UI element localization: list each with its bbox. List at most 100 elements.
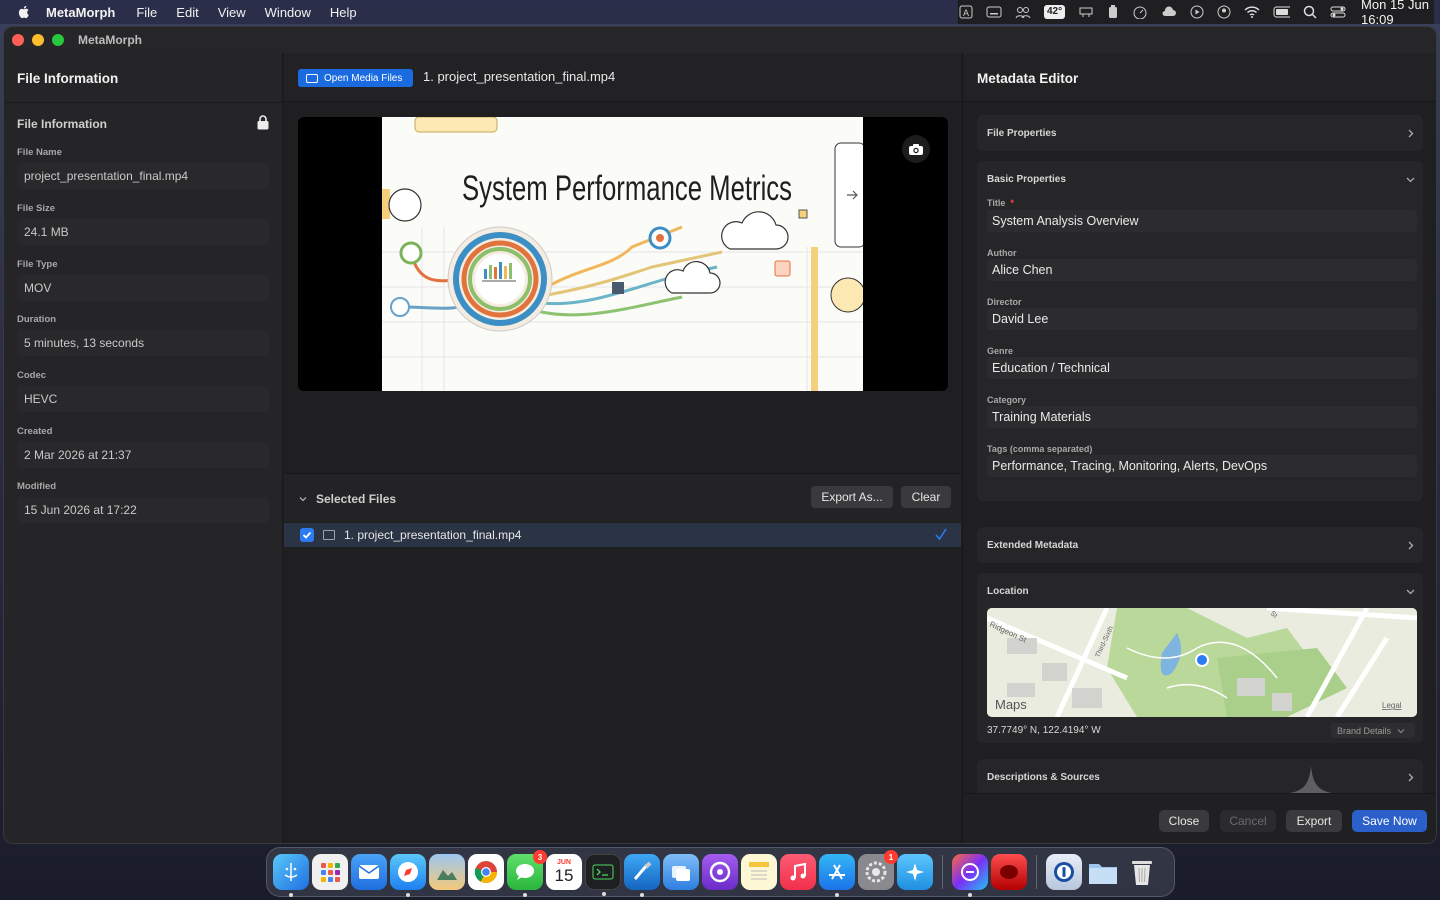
open-media-files-button[interactable]: Open Media Files [298,69,413,87]
location-map[interactable]: Ridgeon St Third-Sixth St Maps Legal [987,608,1417,717]
cloud-icon[interactable] [1161,5,1177,19]
snapshot-button[interactable] [902,135,930,163]
menu-help[interactable]: Help [330,5,357,20]
menu-view[interactable]: View [218,5,246,20]
text-a-icon[interactable]: A [959,5,973,19]
codec-label: Codec [17,370,47,381]
files-icon[interactable] [663,854,699,890]
battery-icon[interactable] [1273,5,1291,19]
sidebar-title: File Information [17,71,119,86]
save-now-button[interactable]: Save Now [1352,810,1427,832]
brand-details-dropdown[interactable]: Brand Details [1331,723,1415,738]
testflight-icon[interactable] [897,854,933,890]
checkmark-icon [302,531,312,539]
safari-icon[interactable] [390,854,426,897]
selected-file-row[interactable]: 1. project_presentation_final.mp4 [284,523,961,547]
close-window-button[interactable] [12,34,24,46]
director-field-label: Director [987,297,1022,307]
red-app-icon[interactable] [991,854,1027,890]
camera-icon [909,143,923,155]
menu-edit[interactable]: Edit [176,5,198,20]
extended-metadata-title: Extended Metadata [987,540,1079,551]
modified-label: Modified [17,481,57,492]
sidebar-divider [4,102,282,103]
title-bar: MetaMorph [4,27,1436,53]
author-field-label: Author [987,248,1017,258]
file-type-value: MOV [17,275,269,301]
user-icon[interactable] [1217,5,1231,19]
xcode-icon[interactable] [624,854,660,897]
temperature-badge[interactable]: 42° [1044,5,1066,19]
trash-icon[interactable] [1124,854,1160,890]
share-people-icon[interactable] [1015,5,1031,19]
launchpad-icon[interactable] [312,854,348,890]
dock: 3 JUN 15 1 [266,847,1175,897]
duration-label: Duration [17,314,57,325]
system-settings-icon[interactable]: 1 [858,850,898,890]
play-icon[interactable] [1190,5,1204,19]
export-as-button[interactable]: Export As... [811,486,893,508]
video-preview[interactable]: System Performance Metrics [298,117,948,391]
dock-separator [942,855,943,889]
calendar-day: 15 [554,866,574,885]
editor-footer: Close Cancel Export Save Now [963,793,1436,843]
finder-icon[interactable] [273,854,309,897]
messages-icon[interactable]: 3 [507,850,547,897]
menu-app-name[interactable]: MetaMorph [46,5,115,20]
calendar-icon[interactable]: JUN 15 [546,854,582,890]
wifi-icon[interactable] [1244,5,1260,19]
genre-input[interactable]: Education / Technical [987,357,1417,379]
password-manager-icon[interactable] [1046,854,1082,890]
chevron-down-icon[interactable] [1406,175,1415,184]
selected-file-name: 1. project_presentation_final.mp4 [344,528,522,542]
menu-bar: MetaMorph File Edit View Window Help A 4… [0,0,1440,27]
speedometer-icon[interactable] [1132,5,1148,19]
mail-icon[interactable] [351,854,387,890]
zoom-window-button[interactable] [52,34,64,46]
landscape-app-icon[interactable] [429,854,465,890]
close-button[interactable]: Close [1159,810,1209,832]
file-checkbox[interactable] [300,528,314,542]
chevron-down-icon[interactable] [1406,587,1415,596]
descriptions-section[interactable]: Descriptions & Sources [977,759,1423,795]
genre-field-label: Genre [987,346,1014,356]
chevron-down-icon[interactable] [299,495,307,503]
basic-properties-section: Basic Properties Title * System Analysis … [977,161,1423,501]
terminal-icon[interactable] [585,854,621,896]
apple-logo-icon[interactable] [16,4,32,20]
map-legal-link: Legal [1382,701,1402,710]
clear-button[interactable]: Clear [901,486,951,508]
author-input[interactable]: Alice Chen [987,259,1417,281]
keyboard-icon[interactable] [986,5,1002,19]
menu-file[interactable]: File [136,5,157,20]
menu-window[interactable]: Window [265,5,311,20]
app-store-icon[interactable] [819,854,855,897]
downloads-folder-icon[interactable] [1085,854,1121,890]
director-input[interactable]: David Lee [987,308,1417,330]
duration-value: 5 minutes, 13 seconds [17,330,269,356]
cancel-button[interactable]: Cancel [1220,810,1276,832]
file-name-label: File Name [17,147,62,158]
file-properties-section[interactable]: File Properties [977,115,1423,151]
category-field-label: Category [987,395,1027,405]
title-input[interactable]: System Analysis Overview [987,210,1417,232]
spotlight-search-icon[interactable] [1303,5,1317,19]
location-section: Location Ridgeon St Third-Sixth St Maps … [977,573,1423,743]
github-desktop-icon[interactable] [702,854,738,890]
lock-icon[interactable] [257,115,269,130]
metadata-editor-header: Metadata Editor [963,53,1436,102]
chrome-icon[interactable] [468,854,504,890]
settings-badge: 1 [884,850,898,864]
metamorph-icon[interactable] [952,854,988,897]
category-input[interactable]: Training Materials [987,406,1417,428]
control-center-icon[interactable] [1330,5,1346,19]
notes-icon[interactable] [741,854,777,890]
music-icon[interactable] [780,854,816,890]
menu-clock[interactable]: Mon 15 Jun 16:09 [1361,0,1434,27]
battery-tool-icon[interactable] [1107,5,1119,19]
minimize-window-button[interactable] [32,34,44,46]
extended-metadata-section[interactable]: Extended Metadata [977,527,1423,563]
tags-input[interactable]: Performance, Tracing, Monitoring, Alerts… [987,455,1417,477]
graphics-card-icon[interactable] [1078,5,1094,19]
export-button[interactable]: Export [1286,810,1342,832]
